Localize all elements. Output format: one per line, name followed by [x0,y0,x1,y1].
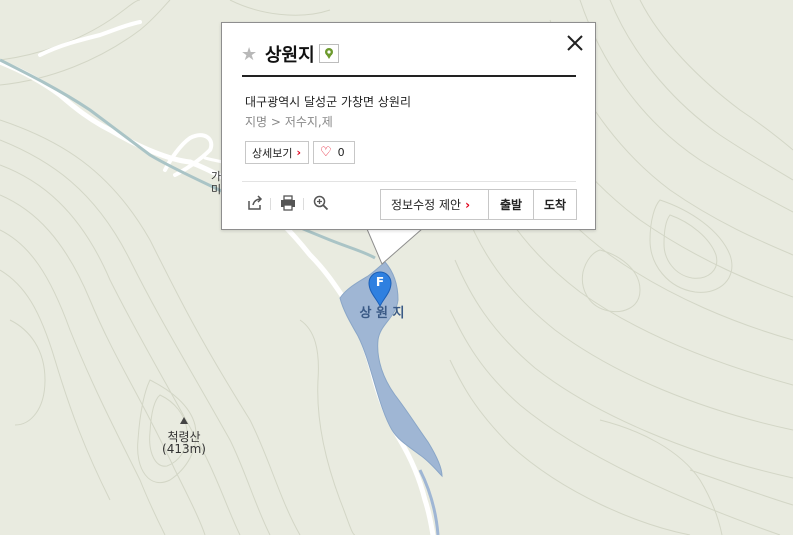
chevron-right-icon: › [465,197,471,212]
toolbar-divider [242,181,576,182]
suggest-edit-label: 정보수정 제안 [391,198,462,212]
detail-view-label: 상세보기 [252,146,293,160]
place-address: 대구광역시 달성군 가창면 상원리 [245,95,412,109]
category-leaf[interactable]: 저수지,제 [285,115,333,129]
popup-tail [366,226,423,265]
place-info-popup: ★ 상원지 대구광역시 달성군 가창면 상원리 지명 > 저수지,제 상세보기 … [221,22,596,230]
reservoir-label: 상 원 지 [359,306,405,321]
place-category-path: 지명 > 저수지,제 [245,113,333,130]
category-pin-icon [319,44,339,63]
close-icon[interactable] [564,32,586,54]
like-button[interactable]: ♡ 0 [313,141,355,164]
suggest-edit-button[interactable]: 정보수정 제안 › [380,189,489,220]
zoom-in-icon[interactable] [312,194,332,214]
marker-letter[interactable]: F [374,275,386,289]
start-route-button[interactable]: 출발 [489,189,534,220]
tool-separator [303,198,304,210]
place-title: 상원지 [265,45,315,66]
category-separator: > [270,115,281,129]
title-divider [242,75,576,77]
category-root[interactable]: 지명 [245,115,267,129]
chevron-right-icon: › [296,146,302,159]
like-count: 0 [337,146,345,159]
detail-view-button[interactable]: 상세보기 › [245,141,309,164]
mountain-height-label: (413m) [162,442,206,456]
tool-separator [270,198,271,210]
end-route-button[interactable]: 도착 [533,189,577,220]
heart-icon: ♡ [320,145,332,160]
star-icon[interactable]: ★ [241,44,257,65]
print-icon[interactable] [279,194,299,214]
share-icon[interactable] [246,194,266,214]
